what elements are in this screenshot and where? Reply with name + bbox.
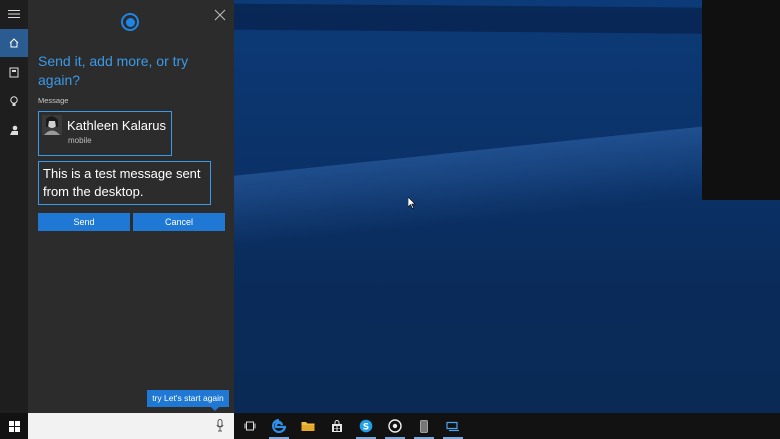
- svg-text:S: S: [363, 423, 369, 433]
- cortana-logo-icon: [121, 13, 139, 31]
- start-button[interactable]: [0, 413, 28, 439]
- tips-button[interactable]: [0, 87, 28, 115]
- cortana-rail: [0, 0, 28, 413]
- tablet-mode-button[interactable]: [439, 413, 467, 439]
- notebook-button[interactable]: [0, 58, 28, 86]
- file-explorer-icon: [301, 422, 315, 431]
- cortana-search-box[interactable]: [28, 413, 234, 439]
- store-icon: [332, 419, 342, 432]
- mouse-cursor-icon: [407, 196, 416, 214]
- feedback-icon: [9, 125, 18, 135]
- task-view-button[interactable]: [236, 413, 264, 439]
- feedback-button[interactable]: [0, 116, 28, 144]
- wallpaper-band: [234, 3, 780, 35]
- wallpaper-light-beam: [234, 106, 780, 250]
- windows-icon: [8, 420, 20, 432]
- send-button[interactable]: Send: [38, 213, 130, 231]
- cancel-button[interactable]: Cancel: [133, 213, 225, 231]
- close-icon: [214, 9, 226, 21]
- groove-music-button[interactable]: [381, 413, 409, 439]
- skype-icon: S: [359, 419, 373, 433]
- tablet-icon: [446, 421, 459, 431]
- menu-icon: [8, 10, 20, 18]
- notebook-icon: [9, 67, 19, 77]
- cortana-prompt: Send it, add more, or try again?: [38, 53, 189, 88]
- cortana-panel: Send it, add more, or try again? Message…: [28, 0, 234, 413]
- file-explorer-button[interactable]: [294, 413, 322, 439]
- store-button[interactable]: [323, 413, 351, 439]
- lightbulb-icon: [10, 95, 18, 106]
- skype-button[interactable]: S: [352, 413, 380, 439]
- home-button[interactable]: [0, 29, 28, 57]
- phone-app-button[interactable]: [410, 413, 438, 439]
- groove-icon: [388, 419, 402, 433]
- home-icon: [9, 38, 19, 48]
- contact-card[interactable]: Kathleen Kalarus mobile: [38, 111, 172, 156]
- microphone-icon[interactable]: [216, 419, 224, 432]
- task-view-icon: [244, 421, 256, 431]
- avatar: [42, 115, 62, 135]
- edge-button[interactable]: [265, 413, 293, 439]
- desktop-background[interactable]: [234, 0, 780, 413]
- background-window[interactable]: [702, 0, 780, 200]
- phone-icon: [420, 419, 428, 433]
- edge-icon: [272, 419, 286, 433]
- contact-phone-type: mobile: [68, 136, 92, 145]
- close-button[interactable]: [214, 8, 228, 22]
- taskbar: S: [0, 413, 780, 439]
- contact-name: Kathleen Kalarus: [67, 118, 167, 133]
- speech-hint-tooltip: try Let's start again: [147, 390, 229, 411]
- message-label: Message: [38, 96, 69, 105]
- menu-button[interactable]: [0, 0, 28, 28]
- message-text-field[interactable]: This is a test message sent from the des…: [38, 161, 211, 205]
